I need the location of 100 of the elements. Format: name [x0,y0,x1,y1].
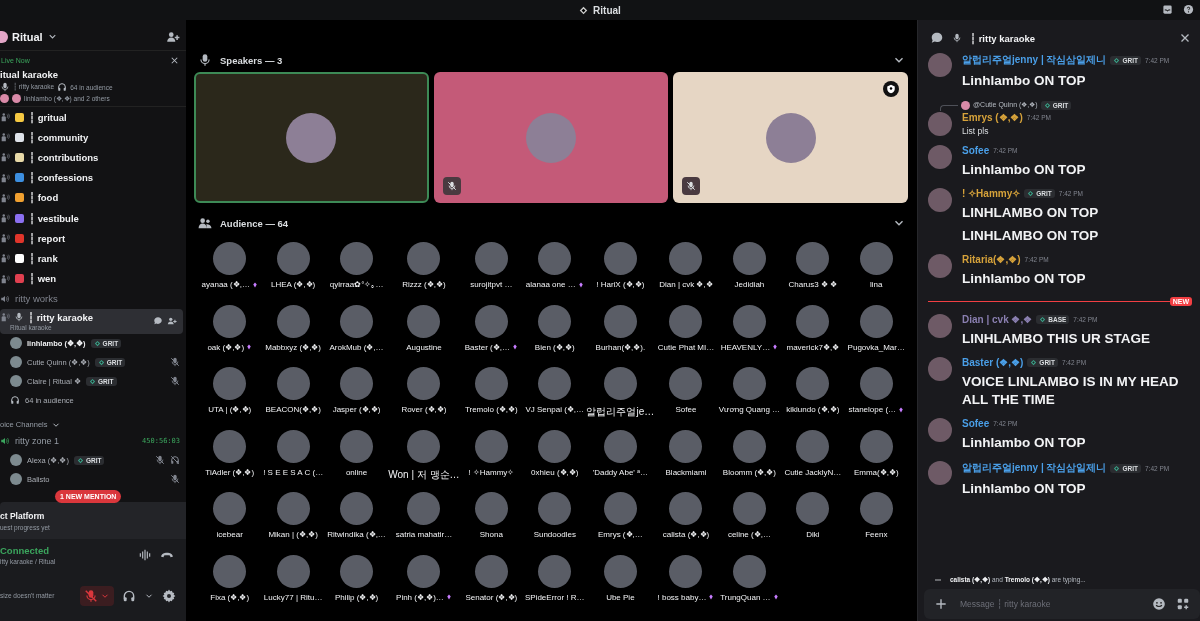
author-name[interactable]: Dian | cvk ❖,❖ [962,314,1033,325]
avatar[interactable] [859,304,893,338]
avatar[interactable] [859,367,893,400]
member-name[interactable]: Tremolo (❖,❖) [464,405,518,414]
member-name[interactable]: SPideError ! R… [524,592,585,602]
avatar[interactable] [732,304,766,338]
add-member-icon[interactable] [167,316,177,327]
avatar[interactable] [732,367,766,400]
author-name[interactable]: Ritaria(❖,❖) [962,254,1021,265]
member-name[interactable]: ArokMub (❖,… [329,342,384,352]
channel-item[interactable]: ┆ rank [0,248,186,269]
member-name[interactable]: Feenx [865,530,888,539]
avatar[interactable] [603,429,637,463]
member-name[interactable]: Shona [479,530,503,539]
member-name[interactable]: celine (❖,… [727,530,771,539]
headphones-icon[interactable] [122,588,136,603]
member-name[interactable]: Cutie JacklyN… [784,467,842,477]
member-name[interactable]: Lucky77 | Ritu… [263,592,323,602]
member-name[interactable]: BEACON(❖,❖) [265,405,321,414]
avatar[interactable] [669,554,703,588]
member-name[interactable]: Senator (❖,❖) [465,592,518,602]
member-name[interactable]: qyirraa✿°✧｡… [329,280,384,289]
member-name[interactable]: Won | 저 맹순… [388,467,460,482]
server-name[interactable]: Ritual [12,30,43,43]
member-name[interactable]: ayanaa (❖,… [201,280,250,289]
member-name[interactable]: Jasper (❖,❖) [332,405,381,414]
member-name[interactable]: oak (❖,❖) [207,342,245,352]
avatar[interactable] [474,367,508,400]
member-name[interactable]: ! HariX (❖,❖) [596,280,645,289]
avatar[interactable] [213,304,247,338]
avatar[interactable] [407,429,441,463]
avatar[interactable] [474,304,508,338]
author-name[interactable]: Emrys (❖,❖) [962,112,1023,123]
emoji-icon[interactable] [1152,597,1166,611]
member-name[interactable]: 'Daddy Abe' ᵃ… [592,467,649,477]
member-name[interactable]: icebear [216,530,243,539]
avatar[interactable] [538,429,572,463]
avatar[interactable] [213,492,247,525]
member-name[interactable]: TrungQuan … [720,592,771,602]
avatar[interactable] [276,367,310,400]
avatar[interactable] [407,304,441,338]
member-name[interactable]: Pinh (❖,❖)… [396,592,444,602]
member-name[interactable]: LHEA (❖,❖) [271,280,316,289]
member-name[interactable]: ! boss baby… [657,592,707,602]
channel-item[interactable]: ┆ wen [0,268,186,289]
avatar[interactable] [474,429,508,463]
settings-icon[interactable] [162,588,176,603]
avatar[interactable] [538,492,572,525]
close-icon[interactable] [169,55,180,66]
avatar[interactable] [340,242,374,275]
member-name[interactable]: satria mahatir… [395,530,453,539]
member-name[interactable]: Sundoodles [533,530,576,539]
member-name[interactable]: Bien (❖,❖) [534,342,575,352]
avatar[interactable] [859,492,893,525]
avatar[interactable] [859,242,893,275]
message-composer[interactable]: Message ┆ ritty karaoke [924,589,1200,619]
author-name[interactable]: 알럽리주얼jenny | 작심삼일제니 [962,461,1107,475]
avatar[interactable] [407,492,441,525]
member-name[interactable]: Pugovka_Mar… [847,342,905,352]
member-name[interactable]: 알럽리주얼je… [586,405,655,419]
avatar[interactable] [340,304,374,338]
member-name[interactable]: Burhan(❖,❖). [595,342,646,352]
add-member-icon[interactable] [166,29,180,44]
member-name[interactable]: Ritwindika (❖,… [327,530,386,539]
avatar[interactable] [732,242,766,275]
avatar[interactable] [669,492,703,525]
mic-toggle-button[interactable] [80,585,114,606]
avatar[interactable] [538,242,572,275]
member-name[interactable]: Philip (❖,❖) [334,592,379,602]
inbox-icon[interactable] [1162,4,1173,15]
avatar[interactable] [407,554,441,588]
avatar[interactable] [538,367,572,400]
avatar[interactable] [340,429,374,463]
avatar[interactable] [669,367,703,400]
avatar[interactable] [796,429,830,463]
member-name[interactable]: Rover (❖,❖) [401,405,447,414]
avatar[interactable] [603,304,637,338]
message-input[interactable]: Message ┆ ritty karaoke [958,598,1142,610]
member-name[interactable]: kikiundo (❖,❖) [786,405,840,414]
avatar[interactable] [796,304,830,338]
member-name[interactable]: Augustine [406,342,442,352]
avatar[interactable] [538,304,572,338]
member-name[interactable]: ! ✧Hammy✧ [468,467,515,477]
avatar[interactable] [213,242,247,275]
waveform-icon[interactable] [138,547,152,562]
avatar[interactable] [474,554,508,588]
member-name[interactable]: Sofee [675,405,697,414]
member-name[interactable]: VJ Senpai (❖,… [525,405,585,414]
member-name[interactable]: Emma(❖,❖) [853,467,899,477]
member-name[interactable]: calista (❖,❖) [662,530,710,539]
member-name[interactable]: Emrys (❖,… [597,530,643,539]
avatar[interactable] [474,492,508,525]
avatar[interactable] [732,492,766,525]
avatar[interactable] [669,242,703,275]
channel-item[interactable]: ┆ report [0,228,186,249]
channel-item[interactable]: ┆ contributions [0,147,186,168]
avatar[interactable] [213,429,247,463]
avatar[interactable] [276,492,310,525]
member-name[interactable]: Blackmiami [665,467,707,477]
avatar[interactable] [603,242,637,275]
